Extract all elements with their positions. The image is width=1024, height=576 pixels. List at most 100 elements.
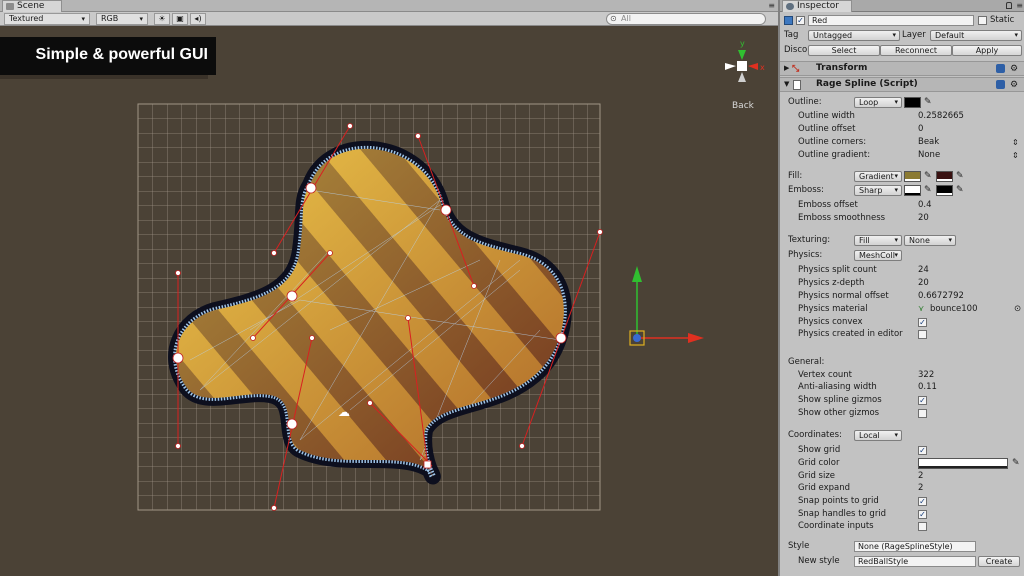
tab-scene[interactable]: Scene — [2, 0, 62, 12]
eyedropper-icon[interactable]: ✎ — [956, 185, 966, 196]
physics-normal-row: Physics normal offset 0.6672792 — [798, 290, 964, 303]
scene-canvas[interactable]: ☁ y x — [0, 27, 778, 576]
new-style-field[interactable]: RedBallStyle — [854, 556, 976, 567]
scene-panel: Scene ≡ Textured ▾ RGB ▾ ☀ ▣ ◂) ⊙ All ☁ … — [0, 0, 778, 576]
svg-text:y: y — [740, 39, 745, 48]
cube-icon — [784, 16, 793, 25]
banner-shadow — [0, 75, 208, 79]
promo-banner: Simple & powerful GUI — [0, 37, 216, 75]
anti-aliasing-row: Anti-aliasing width 0.11 — [798, 381, 937, 394]
inspector-panel: Inspector ≡ ✓ Red Static Tag Untagged ▾ L… — [778, 0, 1024, 576]
layer-dropdown[interactable]: Default ▾ — [930, 30, 1022, 41]
image-icon[interactable]: ▣ — [172, 13, 188, 25]
speaker-icon[interactable]: ◂) — [190, 13, 206, 25]
fill-color2-swatch[interactable] — [936, 171, 953, 182]
show-grid-checkbox[interactable]: ✓ — [918, 446, 927, 455]
coord-inputs-checkbox[interactable] — [918, 522, 927, 531]
physics-normal-field[interactable]: 0.6672792 — [918, 290, 964, 303]
color-mode-dropdown[interactable]: RGB ▾ — [96, 13, 148, 25]
grid-expand-field[interactable]: 2 — [918, 482, 923, 495]
outline-corners-row: Outline corners: Beak ⇕ — [798, 136, 1019, 149]
tag-dropdown[interactable]: Untagged ▾ — [808, 30, 900, 41]
outline-mode-dropdown[interactable]: Loop ▾ — [854, 97, 902, 108]
physics-split-field[interactable]: 24 — [918, 264, 929, 277]
eyedropper-icon[interactable]: ✎ — [924, 185, 934, 196]
scene-search-input[interactable]: ⊙ All — [606, 13, 766, 25]
scene-toolbar: Textured ▾ RGB ▾ ☀ ▣ ◂) ⊙ All — [0, 12, 778, 26]
gear-icon[interactable]: ⚙ — [1010, 79, 1018, 92]
outline-offset-field[interactable]: 0 — [918, 123, 923, 136]
physics-zdepth-field[interactable]: 20 — [918, 277, 929, 290]
spline-gizmos-row: Show spline gizmos ✓ — [798, 395, 927, 405]
physics-zdepth-row: Physics z-depth 20 — [798, 277, 929, 290]
emboss-offset-field[interactable]: 0.4 — [918, 199, 932, 212]
physics-convex-checkbox[interactable]: ✓ — [918, 318, 927, 327]
style-field[interactable]: None (RageSplineStyle) — [854, 541, 976, 552]
outline-corners-dropdown[interactable]: Beak — [918, 136, 939, 149]
anti-aliasing-field[interactable]: 0.11 — [918, 381, 937, 394]
view-label: Back — [732, 101, 754, 111]
outline-color-swatch[interactable] — [904, 97, 921, 108]
updown-icon[interactable]: ⇕ — [1012, 149, 1019, 162]
fill-mode-dropdown[interactable]: Gradient ▾ — [854, 171, 902, 182]
emboss-mode-dropdown[interactable]: Sharp ▾ — [854, 185, 902, 196]
eyedropper-icon[interactable]: ✎ — [1012, 458, 1022, 469]
tab-inspector[interactable]: Inspector — [782, 0, 852, 12]
grid-color-swatch[interactable] — [918, 458, 1008, 469]
coordinates-dropdown[interactable]: Local ▾ — [854, 430, 902, 441]
expand-icon[interactable]: ▶ — [784, 62, 789, 75]
lock-icon[interactable] — [1006, 2, 1012, 9]
spline-gizmos-checkbox[interactable]: ✓ — [918, 396, 927, 405]
object-icon[interactable]: ☁ — [338, 405, 350, 419]
render-mode-dropdown[interactable]: Textured ▾ — [4, 13, 90, 25]
updown-icon[interactable]: ⇕ — [1012, 136, 1019, 149]
prefab-label: Discor — [784, 45, 811, 55]
texturing-mode1-dropdown[interactable]: Fill ▾ — [854, 235, 902, 246]
create-button[interactable]: Create — [978, 556, 1020, 567]
physics-editor-checkbox[interactable] — [918, 330, 927, 339]
select-button[interactable]: Select — [808, 45, 880, 56]
physics-material-field[interactable]: bounce100 — [930, 303, 978, 316]
view-gizmo[interactable]: y x — [725, 39, 765, 82]
static-checkbox[interactable] — [978, 16, 987, 25]
show-grid-row: Show grid ✓ — [798, 445, 927, 455]
scene-viewport[interactable]: ☁ y x Simple & powerful GUI Back — [0, 27, 778, 576]
physics-row: Physics: MeshColl ▾ — [780, 249, 1024, 262]
snap-points-checkbox[interactable]: ✓ — [918, 497, 927, 506]
search-icon: ⊙ — [610, 14, 617, 23]
collapse-icon[interactable]: ▼ — [784, 78, 789, 91]
other-gizmos-checkbox[interactable] — [918, 409, 927, 418]
gear-icon[interactable]: ⚙ — [1010, 63, 1018, 76]
texturing-mode2-dropdown[interactable]: None ▾ — [904, 235, 956, 246]
coordinates-row: Coordinates: Local ▾ — [780, 429, 1024, 442]
panel-menu-icon[interactable]: ≡ — [768, 1, 775, 10]
active-checkbox[interactable]: ✓ — [796, 16, 805, 25]
outline-width-field[interactable]: 0.2582665 — [918, 110, 964, 123]
rage-spline-header[interactable]: ▼ Rage Spline (Script) ⚙ — [780, 77, 1024, 92]
emboss-smoothness-field[interactable]: 20 — [918, 212, 929, 225]
panel-menu-icon[interactable]: ≡ — [1016, 1, 1023, 10]
help-icon[interactable] — [996, 80, 1005, 89]
help-icon[interactable] — [996, 64, 1005, 73]
eyedropper-icon[interactable]: ✎ — [956, 171, 966, 182]
eyedropper-icon[interactable]: ✎ — [924, 171, 934, 182]
inspector-tab-bar: Inspector ≡ — [780, 0, 1024, 12]
apply-button[interactable]: Apply — [952, 45, 1022, 56]
outline-gradient-dropdown[interactable]: None — [918, 149, 940, 162]
outline-offset-row: Outline offset 0 — [798, 123, 924, 136]
snap-handles-checkbox[interactable]: ✓ — [918, 510, 927, 519]
object-picker-icon[interactable]: ⊙ — [1014, 303, 1021, 316]
emboss-color2-swatch[interactable] — [936, 185, 953, 196]
transform-gizmo[interactable] — [629, 266, 704, 346]
emboss-color1-swatch[interactable] — [904, 185, 921, 196]
eyedropper-icon[interactable]: ✎ — [924, 97, 934, 108]
fill-color1-swatch[interactable] — [904, 171, 921, 182]
transform-icon: ⤡ — [792, 64, 800, 74]
object-name-field[interactable]: Red — [808, 15, 974, 26]
reconnect-button[interactable]: Reconnect — [880, 45, 952, 56]
texturing-row: Texturing: Fill ▾ None ▾ — [780, 234, 1024, 247]
transform-header[interactable]: ▶ ⤡ Transform ⚙ — [780, 61, 1024, 76]
sun-icon[interactable]: ☀ — [154, 13, 170, 25]
physics-mode-dropdown[interactable]: MeshColl ▾ — [854, 250, 902, 261]
physics-material-row: Physics material ⋎ bounce100 ⊙ — [798, 303, 1022, 316]
